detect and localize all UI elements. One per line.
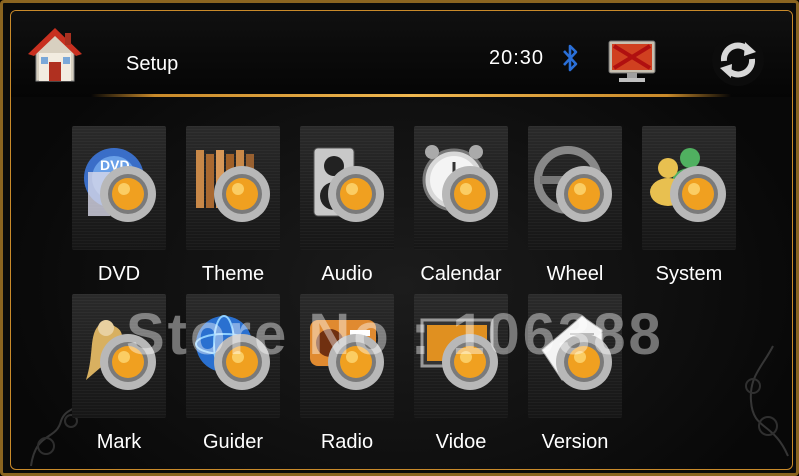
menu-label-version: Version	[541, 431, 609, 453]
gear-badge	[556, 334, 612, 390]
clock: 20:30	[489, 47, 545, 69]
menu-label-wheel: Wheel	[546, 263, 604, 285]
system-icon	[650, 148, 726, 222]
mark-icon	[86, 320, 156, 390]
monitor-off-icon[interactable]	[607, 37, 657, 85]
gear-badge	[556, 166, 612, 222]
menu-tile-theme[interactable]	[186, 126, 280, 250]
menu-tile-calendar[interactable]	[414, 126, 508, 250]
refresh-icon[interactable]	[711, 33, 765, 87]
screen: Setup 20:30 DVD DVD Theme Audio Calendar…	[10, 10, 793, 470]
menu-label-radio: Radio	[320, 431, 374, 453]
floral-ornament-right	[745, 345, 789, 457]
theme-icon	[196, 150, 270, 222]
page-title: Setup	[126, 53, 179, 75]
gear-badge	[670, 166, 726, 222]
menu-tile-audio[interactable]	[300, 126, 394, 250]
gear-badge	[328, 334, 384, 390]
menu-label-vidoe: Vidoe	[435, 431, 487, 453]
gear-badge	[442, 334, 498, 390]
version-icon	[541, 315, 612, 390]
device-frame: Setup 20:30 DVD DVD Theme Audio Calendar…	[0, 0, 799, 476]
menu-tile-radio[interactable]	[300, 294, 394, 418]
gear-badge	[442, 166, 498, 222]
gear-badge	[328, 166, 384, 222]
guider-icon	[195, 315, 270, 390]
menu-label-guider: Guider	[202, 431, 264, 453]
menu-label-mark: Mark	[96, 431, 142, 453]
gear-badge	[214, 166, 270, 222]
menu-label-dvd: DVD	[97, 263, 141, 285]
gear-badge	[100, 166, 156, 222]
menu-tile-guider[interactable]	[186, 294, 280, 418]
menu-tile-version[interactable]	[528, 294, 622, 418]
audio-icon	[313, 147, 384, 222]
menu-label-system: System	[655, 263, 723, 285]
gear-badge	[100, 334, 156, 390]
menu-tile-vidoe[interactable]	[414, 294, 508, 418]
radio-icon	[310, 320, 384, 390]
menu-label-calendar: Calendar	[420, 263, 502, 285]
gear-badge	[214, 334, 270, 390]
home-icon[interactable]	[27, 27, 83, 85]
menu-tile-mark[interactable]	[72, 294, 166, 418]
header-divider	[91, 94, 731, 97]
menu-label-theme: Theme	[201, 263, 265, 285]
bluetooth-icon	[563, 44, 578, 72]
menu-tile-wheel[interactable]	[528, 126, 622, 250]
menu-tile-system[interactable]	[642, 126, 736, 250]
calendar-icon	[422, 145, 498, 222]
dvd-icon: DVD	[84, 148, 156, 222]
header-bar: Setup 20:30	[11, 11, 792, 97]
wheel-icon	[534, 146, 612, 222]
menu-tile-dvd[interactable]: DVD	[72, 126, 166, 250]
video-icon	[420, 318, 498, 390]
menu-label-audio: Audio	[321, 263, 373, 285]
